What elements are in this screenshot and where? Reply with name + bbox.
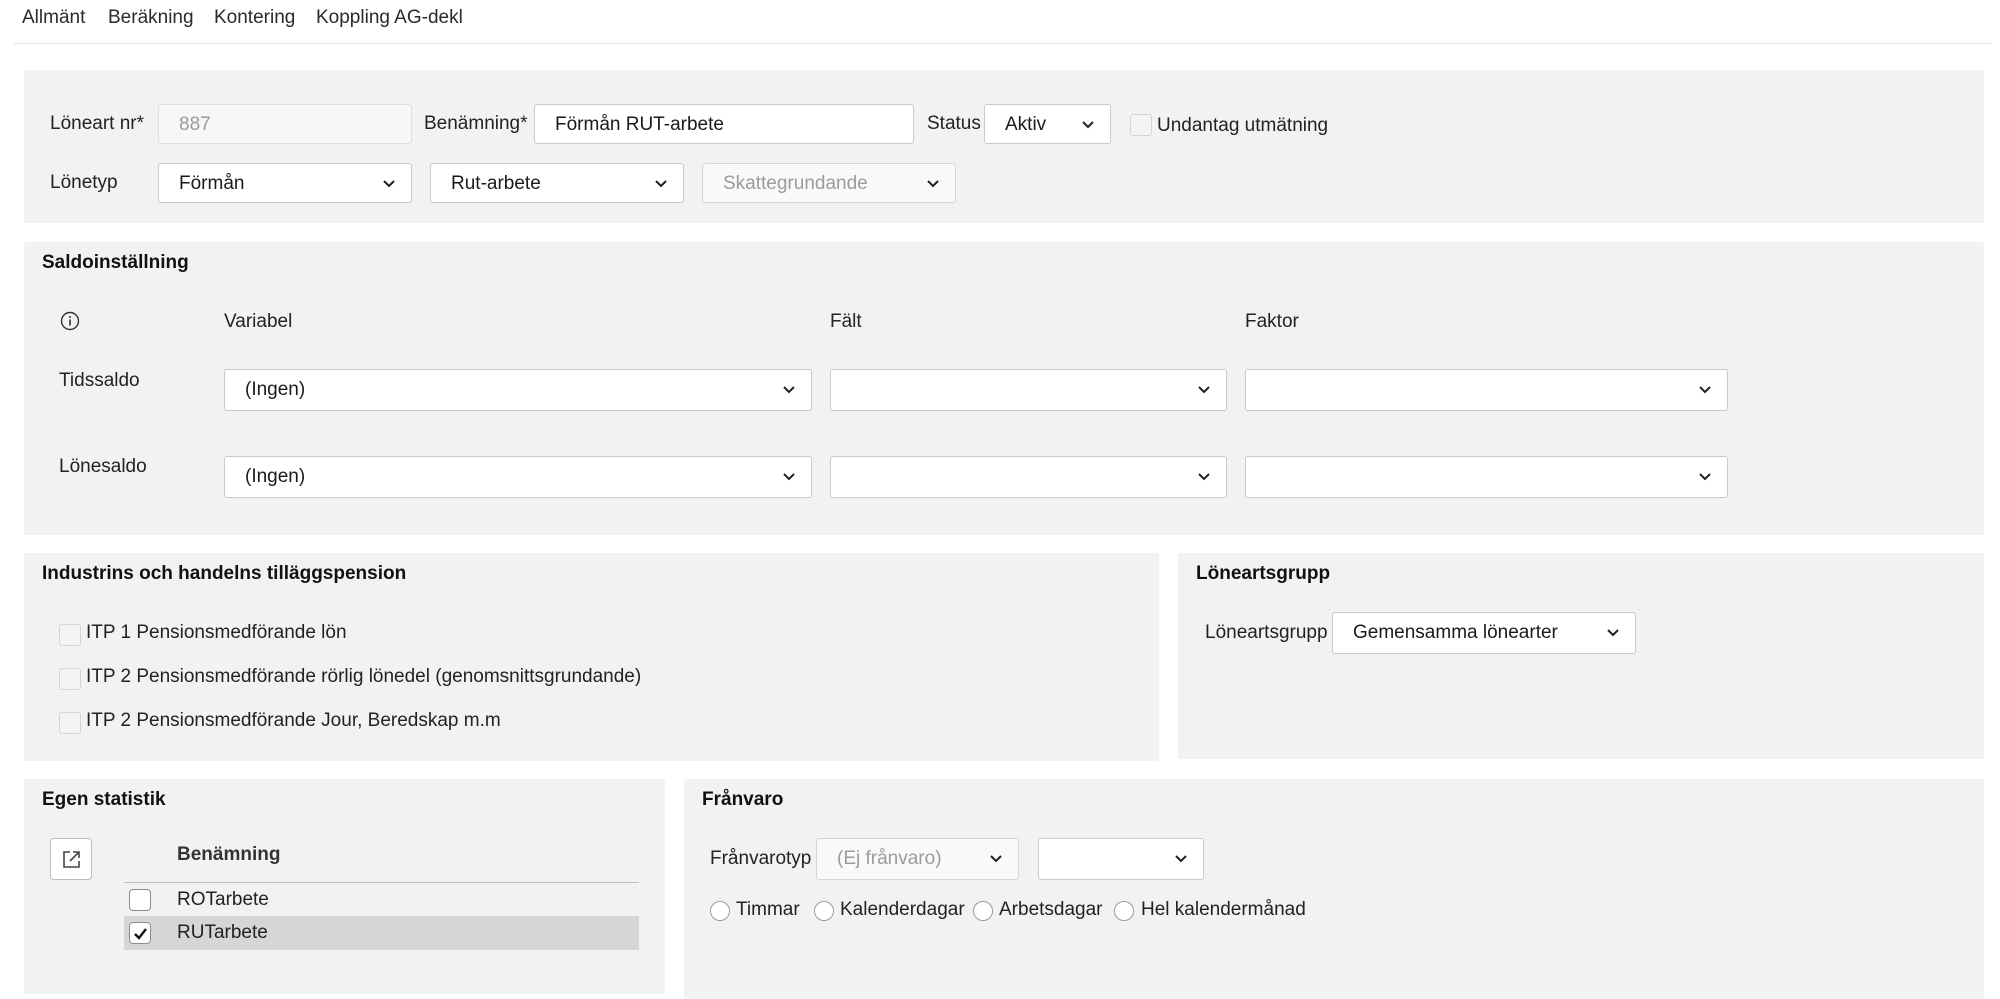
loneartsgrupp-select[interactable]: Gemensamma lönearter (1332, 612, 1636, 654)
chevron-down-icon (781, 468, 797, 484)
franvarotyp-select[interactable]: (Ej frånvaro) (816, 838, 1019, 880)
rutarbete-checkbox[interactable] (129, 922, 151, 944)
col-faktor: Faktor (1245, 311, 1299, 332)
loneart-label: Löneart nr* (50, 113, 145, 134)
rutarbete-label: RUTarbete (177, 922, 268, 943)
undantag-checkbox[interactable] (1130, 114, 1152, 136)
lonetyp-label: Lönetyp (50, 172, 118, 193)
table-row[interactable]: RUTarbete (124, 916, 639, 950)
radio-kalenderdagar[interactable] (814, 901, 834, 921)
statistik-col-benamning: Benämning (177, 844, 281, 865)
itp2-rorlig-checkbox[interactable] (59, 668, 81, 690)
loneart-value: 887 (179, 114, 211, 135)
loneartsgrupp-panel: Löneartsgrupp Löneartsgrupp Gemensamma l… (1178, 553, 1984, 759)
lonesaldo-falt-select[interactable] (830, 456, 1227, 498)
tab-berakning[interactable]: Beräkning (108, 7, 194, 29)
chevron-down-icon (1173, 850, 1189, 866)
lonesaldo-variabel-select[interactable]: (Ingen) (224, 456, 812, 498)
col-falt: Fält (830, 311, 862, 332)
lonetyp-value: Förmån (179, 173, 245, 194)
hel-kalendermanad-label: Hel kalendermånad (1141, 899, 1306, 920)
franvarotyp-value: (Ej frånvaro) (837, 848, 942, 869)
chevron-down-icon (1605, 624, 1621, 640)
chevron-down-icon (381, 175, 397, 191)
chevron-down-icon (1697, 381, 1713, 397)
status-select[interactable]: Aktiv (984, 104, 1111, 144)
status-value: Aktiv (1005, 114, 1047, 135)
chevron-down-icon (1697, 468, 1713, 484)
itp-panel: Industrins och handelns tilläggspension … (24, 553, 1159, 761)
itp2-jour-checkbox[interactable] (59, 712, 81, 734)
radio-timmar[interactable] (710, 901, 730, 921)
radio-hel-kalendermanad[interactable] (1114, 901, 1134, 921)
status-label: Status (927, 113, 981, 134)
arbetsdagar-label: Arbetsdagar (999, 899, 1103, 920)
loneartsgrupp-label: Löneartsgrupp (1205, 622, 1328, 643)
chevron-down-icon (781, 381, 797, 397)
subtype-value: Rut-arbete (451, 173, 541, 194)
open-external-button[interactable] (50, 838, 92, 880)
external-link-icon (63, 851, 80, 868)
lonetyp-select[interactable]: Förmån (158, 163, 412, 203)
lonetyp-subtype-select[interactable]: Rut-arbete (430, 163, 684, 203)
statistik-panel: Egen statistik Benämning ROTarbete RUTar… (24, 779, 665, 994)
table-row[interactable]: ROTarbete (124, 883, 639, 917)
kalenderdagar-label: Kalenderdagar (840, 899, 965, 920)
chevron-down-icon (925, 175, 941, 191)
chevron-down-icon (1196, 468, 1212, 484)
timmar-label: Timmar (736, 899, 800, 920)
benamning-label: Benämning* (424, 113, 528, 134)
tab-bar: Allmänt Beräkning Kontering Koppling AG-… (14, 0, 1992, 44)
tab-koppling-ag-dekl[interactable]: Koppling AG-dekl (316, 7, 463, 29)
loneartsgrupp-value: Gemensamma lönearter (1353, 622, 1558, 643)
itp2-jour-label: ITP 2 Pensionsmedförande Jour, Beredskap… (86, 710, 501, 731)
tidssaldo-falt-select[interactable] (830, 369, 1227, 411)
saldo-title: Saldoinställning (42, 252, 189, 273)
benamning-value: Förmån RUT-arbete (555, 114, 724, 135)
lonesaldo-label: Lönesaldo (59, 456, 147, 477)
franvaro-panel: Frånvaro Frånvarotyp (Ej frånvaro) Timma… (684, 779, 1984, 999)
rotarbete-label: ROTarbete (177, 889, 269, 910)
tidssaldo-variabel-value: (Ingen) (245, 379, 306, 400)
general-panel: Löneart nr* 887 Benämning* Förmån RUT-ar… (24, 70, 1984, 223)
franvarotyp-label: Frånvarotyp (710, 848, 812, 869)
info-icon[interactable] (60, 311, 80, 331)
lonesaldo-faktor-select[interactable] (1245, 456, 1728, 498)
chevron-down-icon (1196, 381, 1212, 397)
tidssaldo-variabel-select[interactable]: (Ingen) (224, 369, 812, 411)
tab-kontering[interactable]: Kontering (214, 7, 295, 29)
tidssaldo-label: Tidssaldo (59, 370, 140, 391)
checkmark-icon (134, 928, 147, 940)
skattegrundande-select[interactable]: Skattegrundande (702, 163, 956, 203)
franvaro-title: Frånvaro (702, 789, 784, 810)
rotarbete-checkbox[interactable] (129, 889, 151, 911)
chevron-down-icon (988, 850, 1004, 866)
lonesaldo-variabel-value: (Ingen) (245, 466, 306, 487)
chevron-down-icon (653, 175, 669, 191)
undantag-label: Undantag utmätning (1157, 115, 1329, 136)
benamning-input[interactable]: Förmån RUT-arbete (534, 104, 914, 144)
franvaro-second-select[interactable] (1038, 838, 1204, 880)
itp1-label: ITP 1 Pensionsmedförande lön (86, 622, 347, 643)
tidssaldo-faktor-select[interactable] (1245, 369, 1728, 411)
itp-title: Industrins och handelns tilläggspension (42, 563, 407, 584)
loneartsgrupp-title: Löneartsgrupp (1196, 563, 1331, 584)
statistik-title: Egen statistik (42, 789, 166, 810)
radio-arbetsdagar[interactable] (973, 901, 993, 921)
col-variabel: Variabel (224, 311, 293, 332)
itp2-rorlig-label: ITP 2 Pensionsmedförande rörlig lönedel … (86, 666, 642, 687)
saldo-panel: Saldoinställning Variabel Fält Faktor Ti… (24, 242, 1984, 535)
tab-allmant[interactable]: Allmänt (22, 7, 85, 29)
itp1-checkbox[interactable] (59, 624, 81, 646)
loneart-field: 887 (158, 104, 412, 144)
skattegrundande-placeholder: Skattegrundande (723, 173, 868, 194)
chevron-down-icon (1080, 116, 1096, 132)
